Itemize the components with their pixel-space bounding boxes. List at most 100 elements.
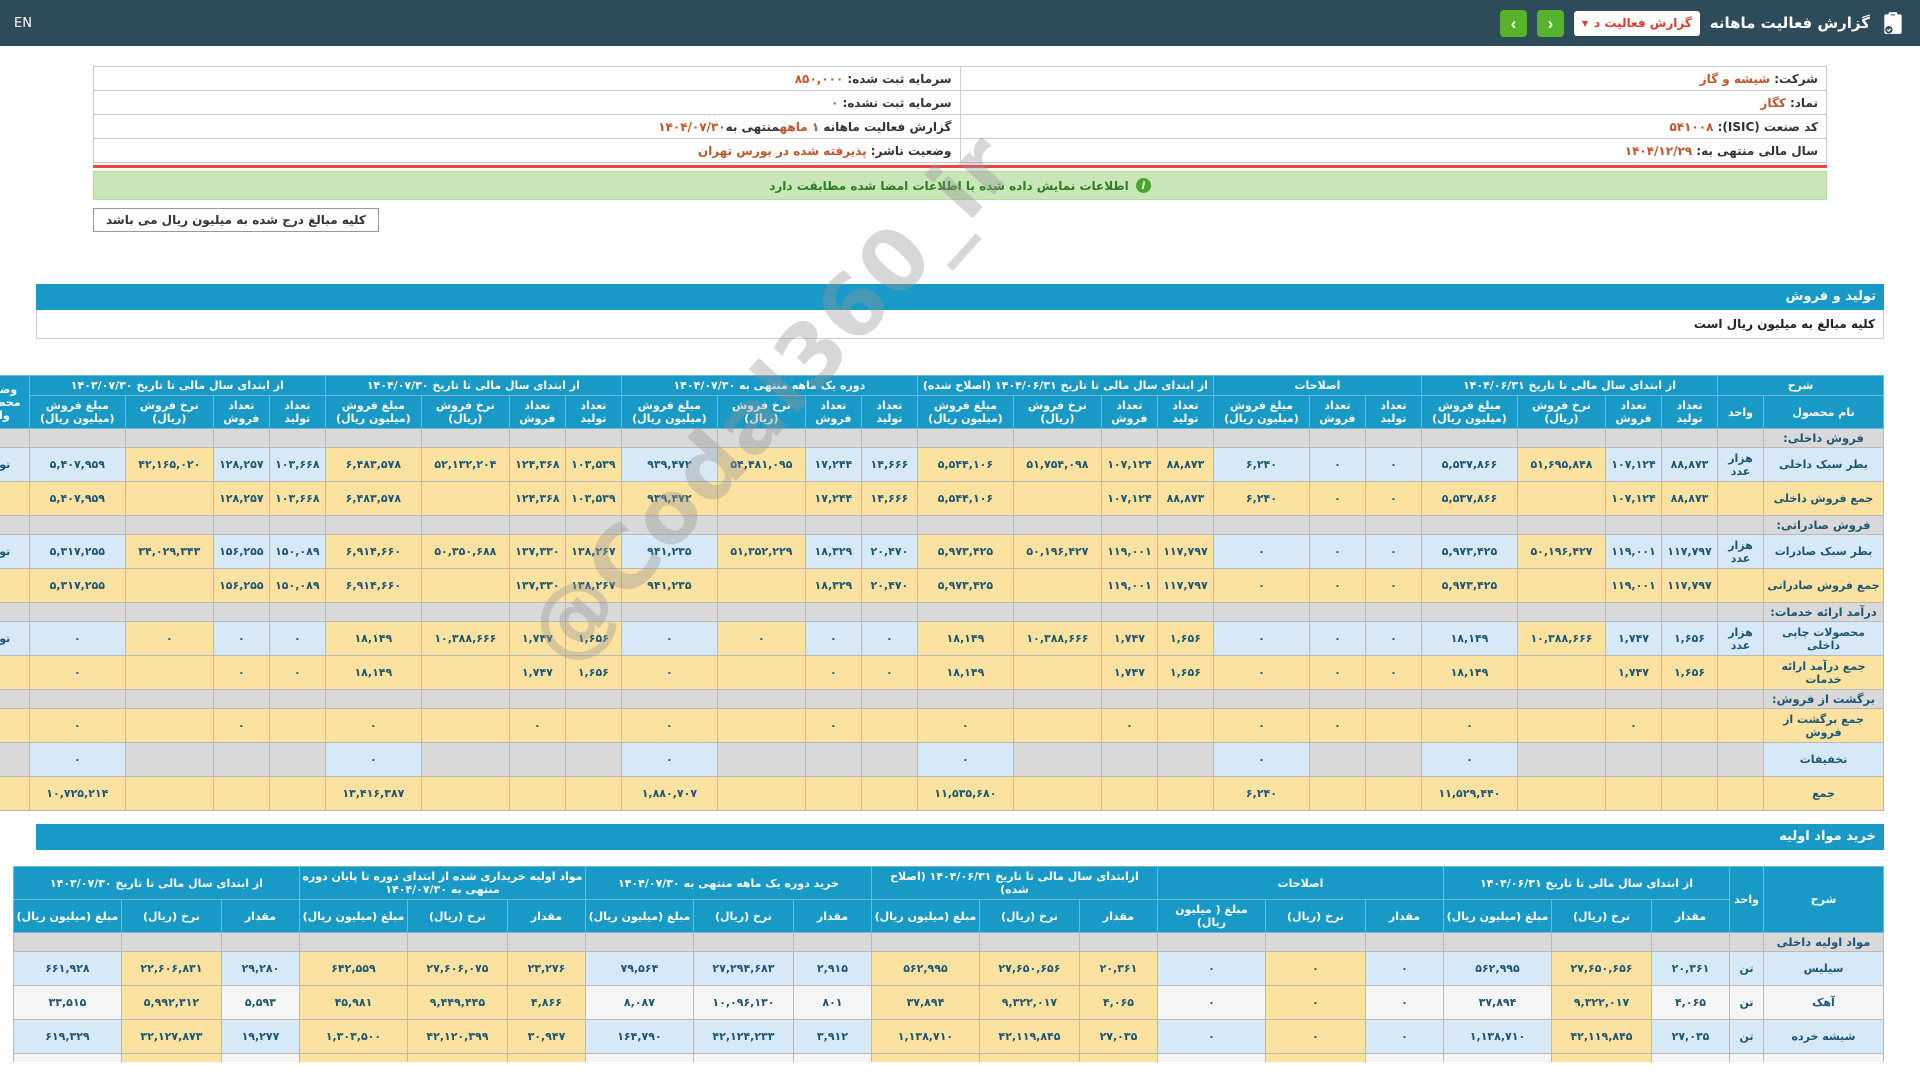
cell: ۴,۰۶۵ — [1078, 985, 1158, 1020]
cell: ۱۸,۳۲۹ — [804, 534, 862, 569]
header-group-cell: اصلاحات — [1212, 375, 1422, 396]
cell — [1364, 602, 1422, 622]
cell — [1012, 481, 1102, 516]
header-cell: تعداد فروش — [1605, 395, 1662, 429]
cell — [716, 776, 806, 811]
cell — [1364, 515, 1422, 535]
cell — [1012, 428, 1102, 448]
cell — [804, 428, 862, 448]
cell — [508, 428, 566, 448]
cell: ۱۸,۱۴۹ — [916, 621, 1014, 656]
cell: ۱۸,۳۲۹ — [804, 568, 862, 603]
cell: ۰ — [916, 708, 1014, 743]
cell: ۰ — [1308, 621, 1366, 656]
cell: ۸,۰۸۷ — [584, 985, 694, 1020]
cell — [28, 602, 126, 622]
row-label-cell: محصولات چاپی داخلی — [1763, 621, 1884, 656]
cell: ۱۱۹,۰۰۱ — [1100, 568, 1158, 603]
cell — [564, 515, 622, 535]
cell: ۱۱۷,۷۹۷ — [1661, 534, 1718, 569]
cell: ۰ — [268, 655, 326, 690]
section-title-production-sales: تولید و فروش — [36, 284, 1884, 310]
cell: ۵۱,۷۵۴,۰۹۸ — [1012, 447, 1102, 482]
cell — [1364, 708, 1422, 743]
cell — [564, 428, 622, 448]
cell — [564, 602, 622, 622]
cell — [508, 776, 566, 811]
cell: ۰ — [1420, 742, 1519, 777]
section-row: فروش داخلی: — [0, 428, 1884, 448]
cell — [716, 602, 806, 622]
cell: ۱,۱۳۸,۷۱۰ — [870, 1019, 980, 1054]
cell — [564, 689, 622, 709]
cell: ۱۵۶,۲۵۵ — [212, 568, 270, 603]
cell — [1717, 689, 1764, 709]
table-row: تخفیفات ۰ ۰ ۰ ۰ ۰ ۰ — [0, 742, 1884, 777]
cell — [1717, 742, 1764, 777]
cell: ۰ — [1156, 1019, 1266, 1054]
cell — [1420, 428, 1519, 448]
section-label-cell: مواد اولیه داخلی — [1763, 932, 1884, 952]
cell: ۱,۷۴۷ — [508, 621, 566, 656]
cell — [1729, 932, 1764, 952]
header-cell: مبلغ (میلیون ریال) — [584, 899, 694, 933]
cell: ۱۸,۱۴۹ — [1420, 655, 1519, 690]
header-cell: نرخ (ریال) — [120, 899, 222, 933]
cell: ۴,۰۶۵ — [1651, 985, 1730, 1020]
cell — [1156, 932, 1266, 952]
table-row: محصولات چاپی داخلی هزار عدد ۱,۶۵۶ ۱,۷۴۷ ۱۰,۳… — [0, 621, 1884, 656]
previous-report-button[interactable]: ‹ — [1536, 9, 1564, 37]
cell — [1605, 602, 1662, 622]
cell: ۱۰۳,۶۶۸ — [268, 447, 326, 482]
row-label-cell: شیشه خرده — [1763, 1019, 1884, 1054]
cell: ۵۴,۴۸۱,۰۹۵ — [716, 447, 806, 482]
language-toggle[interactable]: EN — [14, 16, 32, 31]
cell: ۱۱,۵۳۵,۶۸۰ — [916, 776, 1014, 811]
cell: هزار عدد — [1717, 534, 1764, 569]
cell — [1364, 932, 1444, 952]
header-cell: تعداد فروش — [1100, 395, 1158, 429]
cell: ۰ — [804, 655, 862, 690]
header-cell: مبلغ فروش (میلیون ریال) — [324, 395, 422, 429]
cell — [1717, 655, 1764, 690]
cell: ۰ — [124, 621, 214, 656]
production-sales-table: شرح از ابتدای سال مالی تا تاریخ ۱۴۰۴/۰۶/۳… — [0, 375, 1884, 811]
table-row: شیشه خرده تن ۲۷,۰۳۵ ۴۲,۱۱۹,۸۴۵ ۱,۱۳۸,۷۱۰ ۰ ۰ ۰ ۲… — [12, 1019, 1884, 1054]
cell: ۰ — [28, 708, 126, 743]
cell: ۲۷,۰۳۵ — [1078, 1019, 1158, 1054]
cell — [860, 689, 918, 709]
cell: ۰ — [716, 621, 806, 656]
cell — [324, 515, 422, 535]
header-cell: نرخ (ریال) — [1551, 899, 1652, 933]
cell: ۵,۵۴۴,۱۰۶ — [916, 481, 1014, 516]
cell: ۶۱۹,۳۲۹ — [12, 1019, 122, 1054]
section-label-cell: فروش داخلی: — [1763, 428, 1884, 448]
cell: ۱۰,۳۸۸,۶۶۶ — [1012, 621, 1102, 656]
header-cell: مقدار — [220, 899, 300, 933]
production-sales-section: تولید و فروش کلیه مبالغ به میلیون ریال ا… — [0, 284, 1884, 811]
cell: ۱۴,۶۶۶ — [860, 481, 918, 516]
cell: ۰ — [860, 655, 918, 690]
cell: ۰ — [916, 742, 1014, 777]
cell — [1012, 708, 1102, 743]
cell: ۱۸,۱۴۹ — [324, 655, 422, 690]
cell — [508, 602, 566, 622]
report-type-dropdown[interactable]: گزارش فعالیت د ▾ — [1573, 10, 1700, 36]
cell: ۰ — [1364, 447, 1422, 482]
cell — [0, 742, 30, 777]
cell: ۱۲۸,۲۵۷ — [212, 447, 270, 482]
header-cell: تعداد تولید — [268, 395, 326, 429]
info-cell: شرکت: شیشه و گاز — [959, 66, 1827, 91]
cell — [1420, 689, 1519, 709]
cell — [1517, 742, 1606, 777]
header-cell: تعداد فروش — [1308, 395, 1366, 429]
cell: تولید — [0, 621, 30, 656]
header-group-cell: از ابتدای سال مالی تا تاریخ ۱۴۰۴/۰۷/۳۰ — [324, 375, 622, 396]
next-report-button[interactable]: › — [1499, 9, 1527, 37]
cell: ۵۰,۱۹۶,۴۲۷ — [1517, 534, 1606, 569]
header-cell: نرخ (ریال) — [692, 899, 794, 933]
cell — [1212, 428, 1310, 448]
cell: ۰ — [1308, 447, 1366, 482]
header-group-cell: دوره یک ماهه منتهی به ۱۴۰۴/۰۷/۳۰ — [620, 375, 918, 396]
header-cell: وضعیت محصول-واحد — [0, 375, 30, 429]
